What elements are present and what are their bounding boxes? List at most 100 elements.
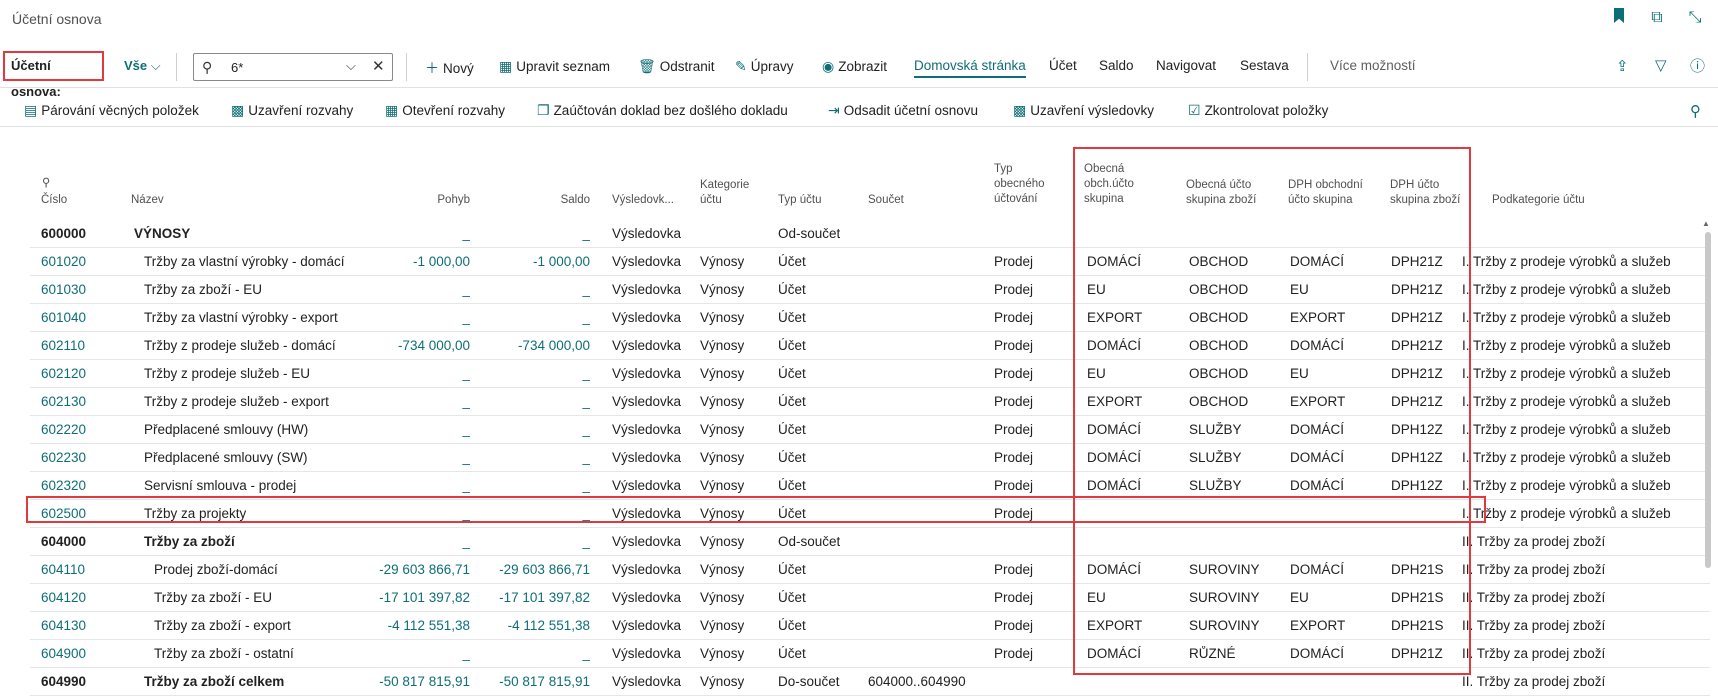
cell-cislo[interactable]: 600000 <box>41 226 86 241</box>
cell-pohyb[interactable]: _ <box>350 366 470 381</box>
tab-account[interactable]: Účet <box>1049 58 1077 73</box>
cell-pohyb[interactable]: _ <box>350 450 470 465</box>
close-icon[interactable]: ✕ <box>372 57 385 75</box>
cell-cislo[interactable]: 602230 <box>41 450 86 465</box>
cell-saldo[interactable]: _ <box>470 282 590 297</box>
cell-saldo[interactable]: -1 000,00 <box>470 254 590 269</box>
more-options-button[interactable]: Více možností <box>1330 58 1416 73</box>
open-new-window-icon[interactable]: ⧉ <box>1648 9 1666 27</box>
cell-pohyb[interactable]: -50 817 815,91 <box>350 674 470 689</box>
divider <box>176 53 177 81</box>
open-balance-button[interactable]: ▦ Otevření rozvahy <box>385 102 505 119</box>
calculator-icon: ▩ <box>1013 102 1027 118</box>
view-button[interactable]: ◉ Zobrazit <box>822 58 887 75</box>
cell-pohyb[interactable]: _ <box>350 534 470 549</box>
cell-saldo[interactable]: -734 000,00 <box>470 338 590 353</box>
edit-list-button[interactable]: ▦ Upravit seznam <box>499 58 610 75</box>
cell-cislo[interactable]: 604990 <box>41 674 86 689</box>
new-button[interactable]: ＋ Nový <box>425 58 474 78</box>
cell-pohyb[interactable]: -734 000,00 <box>350 338 470 353</box>
cell-cislo[interactable]: 604120 <box>41 590 86 605</box>
cell-cislo[interactable]: 604900 <box>41 646 86 661</box>
column-header-saldo[interactable]: Saldo <box>520 193 590 208</box>
pin-icon[interactable]: ⚲ <box>1690 102 1701 120</box>
cell-cislo[interactable]: 604000 <box>41 534 86 549</box>
column-header-cislo[interactable]: Číslo <box>41 193 67 208</box>
indent-chart-button[interactable]: ⇥ Odsadit účetní osnovu <box>828 102 978 119</box>
column-header-pohyb[interactable]: Pohyb <box>400 193 470 208</box>
cell-cislo[interactable]: 602120 <box>41 366 86 381</box>
highlight-posting-groups <box>1073 147 1471 675</box>
cell-saldo[interactable]: _ <box>470 366 590 381</box>
column-header-podkategorie[interactable]: Podkategorie účtu <box>1492 193 1585 208</box>
cell-podkategorie: I. Tržby z prodeje výrobků a služeb <box>1462 254 1671 269</box>
cell-nazev: Tržby z prodeje služeb - domácí <box>144 338 336 353</box>
cell-pohyb[interactable]: -29 603 866,71 <box>350 562 470 577</box>
cell-cislo[interactable]: 602320 <box>41 478 86 493</box>
edit-button[interactable]: ✎ Úpravy <box>735 58 794 75</box>
cell-pohyb[interactable]: _ <box>350 282 470 297</box>
cell-pohyb[interactable]: _ <box>350 422 470 437</box>
cell-pohyb[interactable]: -4 112 551,38 <box>350 618 470 633</box>
column-header-kategorie[interactable]: Kategorie účtu <box>700 178 749 208</box>
cell-pohyb[interactable]: _ <box>350 226 470 241</box>
cell-pohyb[interactable]: -1 000,00 <box>350 254 470 269</box>
cell-cislo[interactable]: 601030 <box>41 282 86 297</box>
column-header-typ-uctu[interactable]: Typ účtu <box>778 193 821 208</box>
close-balance-button[interactable]: ▩ Uzavření rozvahy <box>231 102 353 119</box>
cell-pohyb[interactable]: _ <box>350 646 470 661</box>
column-header-nazev[interactable]: Název <box>131 193 164 208</box>
search-column-icon[interactable]: ⚲ <box>42 176 50 191</box>
cell-cislo[interactable]: 604110 <box>41 562 85 577</box>
window-controls: ⧉ ⤡ <box>1610 8 1704 28</box>
cell-kategorie: Výnosy <box>700 310 745 325</box>
check-entries-button[interactable]: ☑ Zkontrolovat položky <box>1188 102 1328 119</box>
chevron-down-icon[interactable]: ⌵ <box>346 58 356 74</box>
column-header-soucet[interactable]: Součet <box>868 193 904 208</box>
cell-cislo[interactable]: 601040 <box>41 310 86 325</box>
cell-cislo[interactable]: 602220 <box>41 422 86 437</box>
cell-saldo[interactable]: _ <box>470 394 590 409</box>
cell-saldo[interactable]: -29 603 866,71 <box>470 562 590 577</box>
cell-saldo[interactable]: -50 817 815,91 <box>470 674 590 689</box>
column-header-typ-obecneho[interactable]: Typ obecného účtování <box>994 162 1045 207</box>
posted-document-button[interactable]: ❐ Zaúčtován doklad bez došlého dokladu <box>537 102 788 119</box>
cell-saldo[interactable]: _ <box>470 478 590 493</box>
cell-saldo[interactable]: _ <box>470 450 590 465</box>
search-box[interactable]: ⚲ 6* ⌵ ✕ <box>193 53 393 81</box>
cell-cislo[interactable]: 601020 <box>41 254 86 269</box>
search-input[interactable]: 6* <box>231 60 243 75</box>
column-header-vysledovka[interactable]: Výsledovk... <box>612 193 674 208</box>
cell-saldo[interactable]: -17 101 397,82 <box>470 590 590 605</box>
cell-saldo[interactable]: -4 112 551,38 <box>470 618 590 633</box>
scrollbar-thumb[interactable] <box>1705 232 1711 568</box>
cell-nazev: Tržby za zboží - EU <box>154 590 273 605</box>
cell-cislo[interactable]: 602110 <box>41 338 85 353</box>
cell-saldo[interactable]: _ <box>470 646 590 661</box>
cell-cislo[interactable]: 602130 <box>41 394 86 409</box>
match-gl-entries-button[interactable]: ▤ Párování věcných položek <box>24 102 199 119</box>
cell-pohyb[interactable]: _ <box>350 394 470 409</box>
delete-button[interactable]: 🗑 Odstranit <box>638 58 715 75</box>
scroll-up-icon[interactable]: ▲ <box>1702 219 1710 228</box>
tab-balance[interactable]: Saldo <box>1099 58 1134 73</box>
tab-report[interactable]: Sestava <box>1240 58 1289 73</box>
collapse-icon[interactable]: ⤡ <box>1686 9 1704 27</box>
cell-saldo[interactable]: _ <box>470 226 590 241</box>
share-icon[interactable]: ⇪ <box>1616 57 1629 75</box>
tab-navigate[interactable]: Navigovat <box>1156 58 1216 73</box>
view-filter-dropdown[interactable]: Vše ⌵ <box>124 58 161 74</box>
cell-saldo[interactable]: _ <box>470 534 590 549</box>
filter-icon[interactable]: ▽ <box>1655 56 1667 74</box>
cell-pohyb[interactable]: _ <box>350 310 470 325</box>
cell-saldo[interactable]: _ <box>470 422 590 437</box>
info-icon[interactable]: ⓘ <box>1690 55 1705 76</box>
cell-pohyb[interactable]: _ <box>350 478 470 493</box>
tab-home[interactable]: Domovská stránka <box>914 58 1026 78</box>
cell-pohyb[interactable]: -17 101 397,82 <box>350 590 470 605</box>
close-income-statement-button[interactable]: ▩ Uzavření výsledovky <box>1013 102 1154 119</box>
cell-saldo[interactable]: _ <box>470 310 590 325</box>
cell-cislo[interactable]: 604130 <box>41 618 86 633</box>
cell-vysledovka: Výsledovka <box>612 674 682 689</box>
bookmark-icon[interactable] <box>1610 8 1628 28</box>
